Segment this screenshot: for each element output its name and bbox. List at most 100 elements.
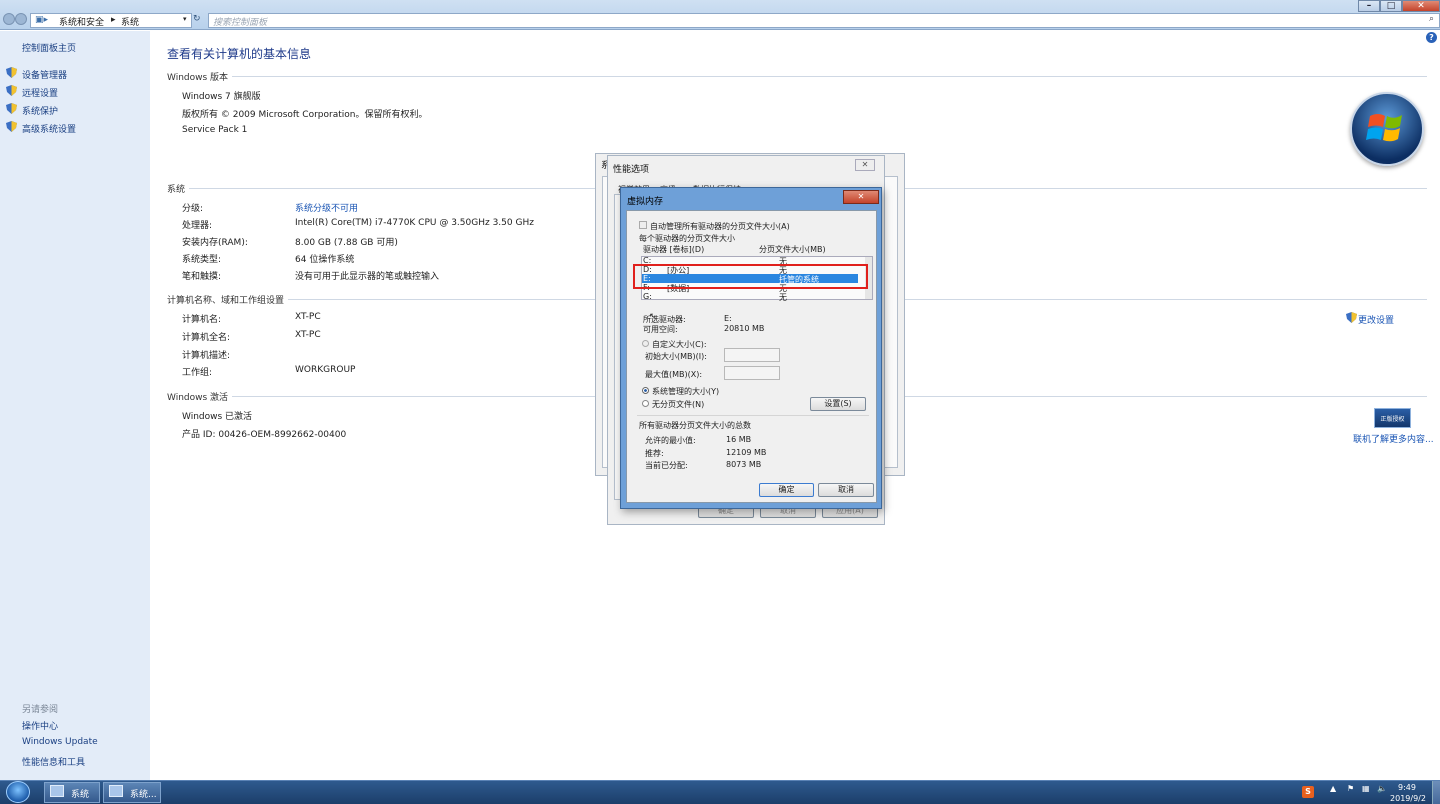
column-drive: 驱动器 [卷标](D) [643,245,705,254]
genuine-badge: 正版授权 [1374,408,1411,428]
shield-icon [6,67,17,78]
learn-more-link[interactable]: 联机了解更多内容... [1353,432,1434,445]
product-id: 产品 ID: 00426-OEM-8992662-00400 [182,430,347,440]
sidebar-item-device-manager[interactable]: 设备管理器 [22,68,67,81]
computer-icon [109,785,123,797]
network-icon[interactable]: ▦ [1362,784,1370,793]
min-allowed-label: 允许的最小值: [645,436,696,445]
ok-button[interactable]: 确定 [759,483,814,497]
shield-icon [6,85,17,96]
windows-logo [1350,92,1424,166]
shield-icon [6,103,17,114]
full-name-label: 计算机全名: [182,333,231,343]
minimize-button[interactable]: – [1358,0,1380,12]
rating-link[interactable]: 系统分级不可用 [295,201,358,214]
workgroup-label: 工作组: [182,368,213,378]
shield-icon [1346,312,1357,323]
address-bar[interactable]: ▣▸ 系统和安全 ▸ 系统 ▾ [30,13,192,28]
sidebar-link-performance[interactable]: 性能信息和工具 [22,755,85,768]
auto-manage-label: 自动管理所有驱动器的分页文件大小(A) [650,222,790,231]
max-size-label: 最大值(MB)(X): [645,370,703,379]
divider [637,415,869,416]
processor-label: 处理器: [182,221,213,231]
clock-time[interactable]: 9:49 [1392,783,1422,792]
forward-button[interactable] [15,13,27,25]
show-desktop-button[interactable] [1432,781,1440,804]
pen-touch-label: 笔和触摸: [182,272,222,282]
breadcrumb-separator: ▸ [111,15,116,25]
refresh-icon[interactable]: ↻ [193,14,201,24]
auto-manage-checkbox[interactable] [639,221,647,229]
sidebar-item-system-protection[interactable]: 系统保护 [22,104,58,117]
free-space-value: 20810 MB [724,324,765,333]
search-icon[interactable]: ⌕ [1429,14,1434,24]
close-button[interactable]: ✕ [855,159,875,171]
computer-icon: ▣▸ [35,15,49,25]
description-label: 计算机描述: [182,351,231,361]
sidebar-link-windows-update[interactable]: Windows Update [22,737,98,747]
sidebar-item-remote-settings[interactable]: 远程设置 [22,86,58,99]
ram-label: 安装内存(RAM): [182,238,248,248]
system-type-label: 系统类型: [182,255,222,265]
section-edition: Windows 版本 [167,70,1427,83]
input-method-icon[interactable]: S [1302,786,1314,798]
total-heading: 所有驱动器分页文件大小的总数 [639,421,751,430]
breadcrumb-item[interactable]: 系统和安全 [59,15,104,28]
page-title: 查看有关计算机的基本信息 [167,47,312,61]
free-space-label: 可用空间: [643,325,678,334]
change-settings-link[interactable]: 更改设置 [1358,313,1394,326]
custom-size-radio[interactable] [642,340,649,347]
computer-name-value: XT-PC [295,312,321,322]
cancel-button[interactable]: 取消 [818,483,874,497]
computer-name-label: 计算机名: [182,315,222,325]
flag-icon[interactable]: ⚑ [1347,784,1354,793]
sidebar-link-action-center[interactable]: 操作中心 [22,719,58,732]
taskbar [0,780,1440,804]
volume-icon[interactable]: 🔈 [1377,784,1387,793]
close-button[interactable]: ✕ [1402,0,1440,12]
maximize-button[interactable]: □ [1380,0,1402,12]
sidebar-home-link[interactable]: 控制面板主页 [22,41,76,54]
recommended-value: 12109 MB [726,448,767,457]
section-header: Windows 版本 [167,73,229,83]
service-pack: Service Pack 1 [182,125,248,135]
edition-name: Windows 7 旗舰版 [182,92,261,102]
no-paging-radio[interactable] [642,400,649,407]
chevron-down-icon[interactable]: ▾ [183,15,187,23]
back-button[interactable] [3,13,15,25]
breadcrumb-item[interactable]: 系统 [121,15,139,28]
chevron-up-icon[interactable]: ▲ [1330,784,1336,793]
help-icon[interactable]: ? [1426,32,1437,43]
system-managed-radio[interactable] [642,387,649,394]
max-size-input[interactable] [724,366,780,380]
search-input[interactable]: 搜索控制面板 [208,13,1440,28]
copyright-text: 版权所有 © 2009 Microsoft Corporation。保留所有权利… [182,110,428,120]
current-value: 8073 MB [726,460,762,469]
sidebar [0,31,150,780]
ram-value: 8.00 GB (7.88 GB 可用) [295,238,398,248]
min-allowed-value: 16 MB [726,435,752,444]
custom-size-label: 自定义大小(C): [652,340,707,349]
sidebar-item-advanced-settings[interactable]: 高级系统设置 [22,122,76,135]
rating-label: 分级: [182,204,204,214]
full-name-value: XT-PC [295,330,321,340]
set-button[interactable]: 设置(S) [810,397,866,411]
current-label: 当前已分配: [645,461,688,470]
selected-drive-value: E: [724,314,732,323]
drive-letter[interactable]: G: [643,292,652,301]
window-controls: – □ ✕ [1358,0,1440,12]
windows-flag-icon [1366,114,1402,142]
close-button[interactable]: ✕ [843,190,879,204]
computer-icon [50,785,64,797]
start-button[interactable] [6,781,30,803]
initial-size-label: 初始大小(MB)(I): [645,352,707,361]
dialog-title: 性能选项 [613,165,650,175]
no-paging-label: 无分页文件(N) [652,400,705,409]
section-header: 系统 [167,185,186,195]
mouse-cursor-icon: ↖ [649,312,657,322]
processor-value: Intel(R) Core(TM) i7-4770K CPU @ 3.50GHz… [295,218,534,228]
clock-date[interactable]: 2019/9/2 [1388,794,1428,803]
initial-size-input[interactable] [724,348,780,362]
pen-touch-value: 没有可用于此显示器的笔或触控输入 [295,272,440,282]
drive-size: 无 [779,293,787,302]
